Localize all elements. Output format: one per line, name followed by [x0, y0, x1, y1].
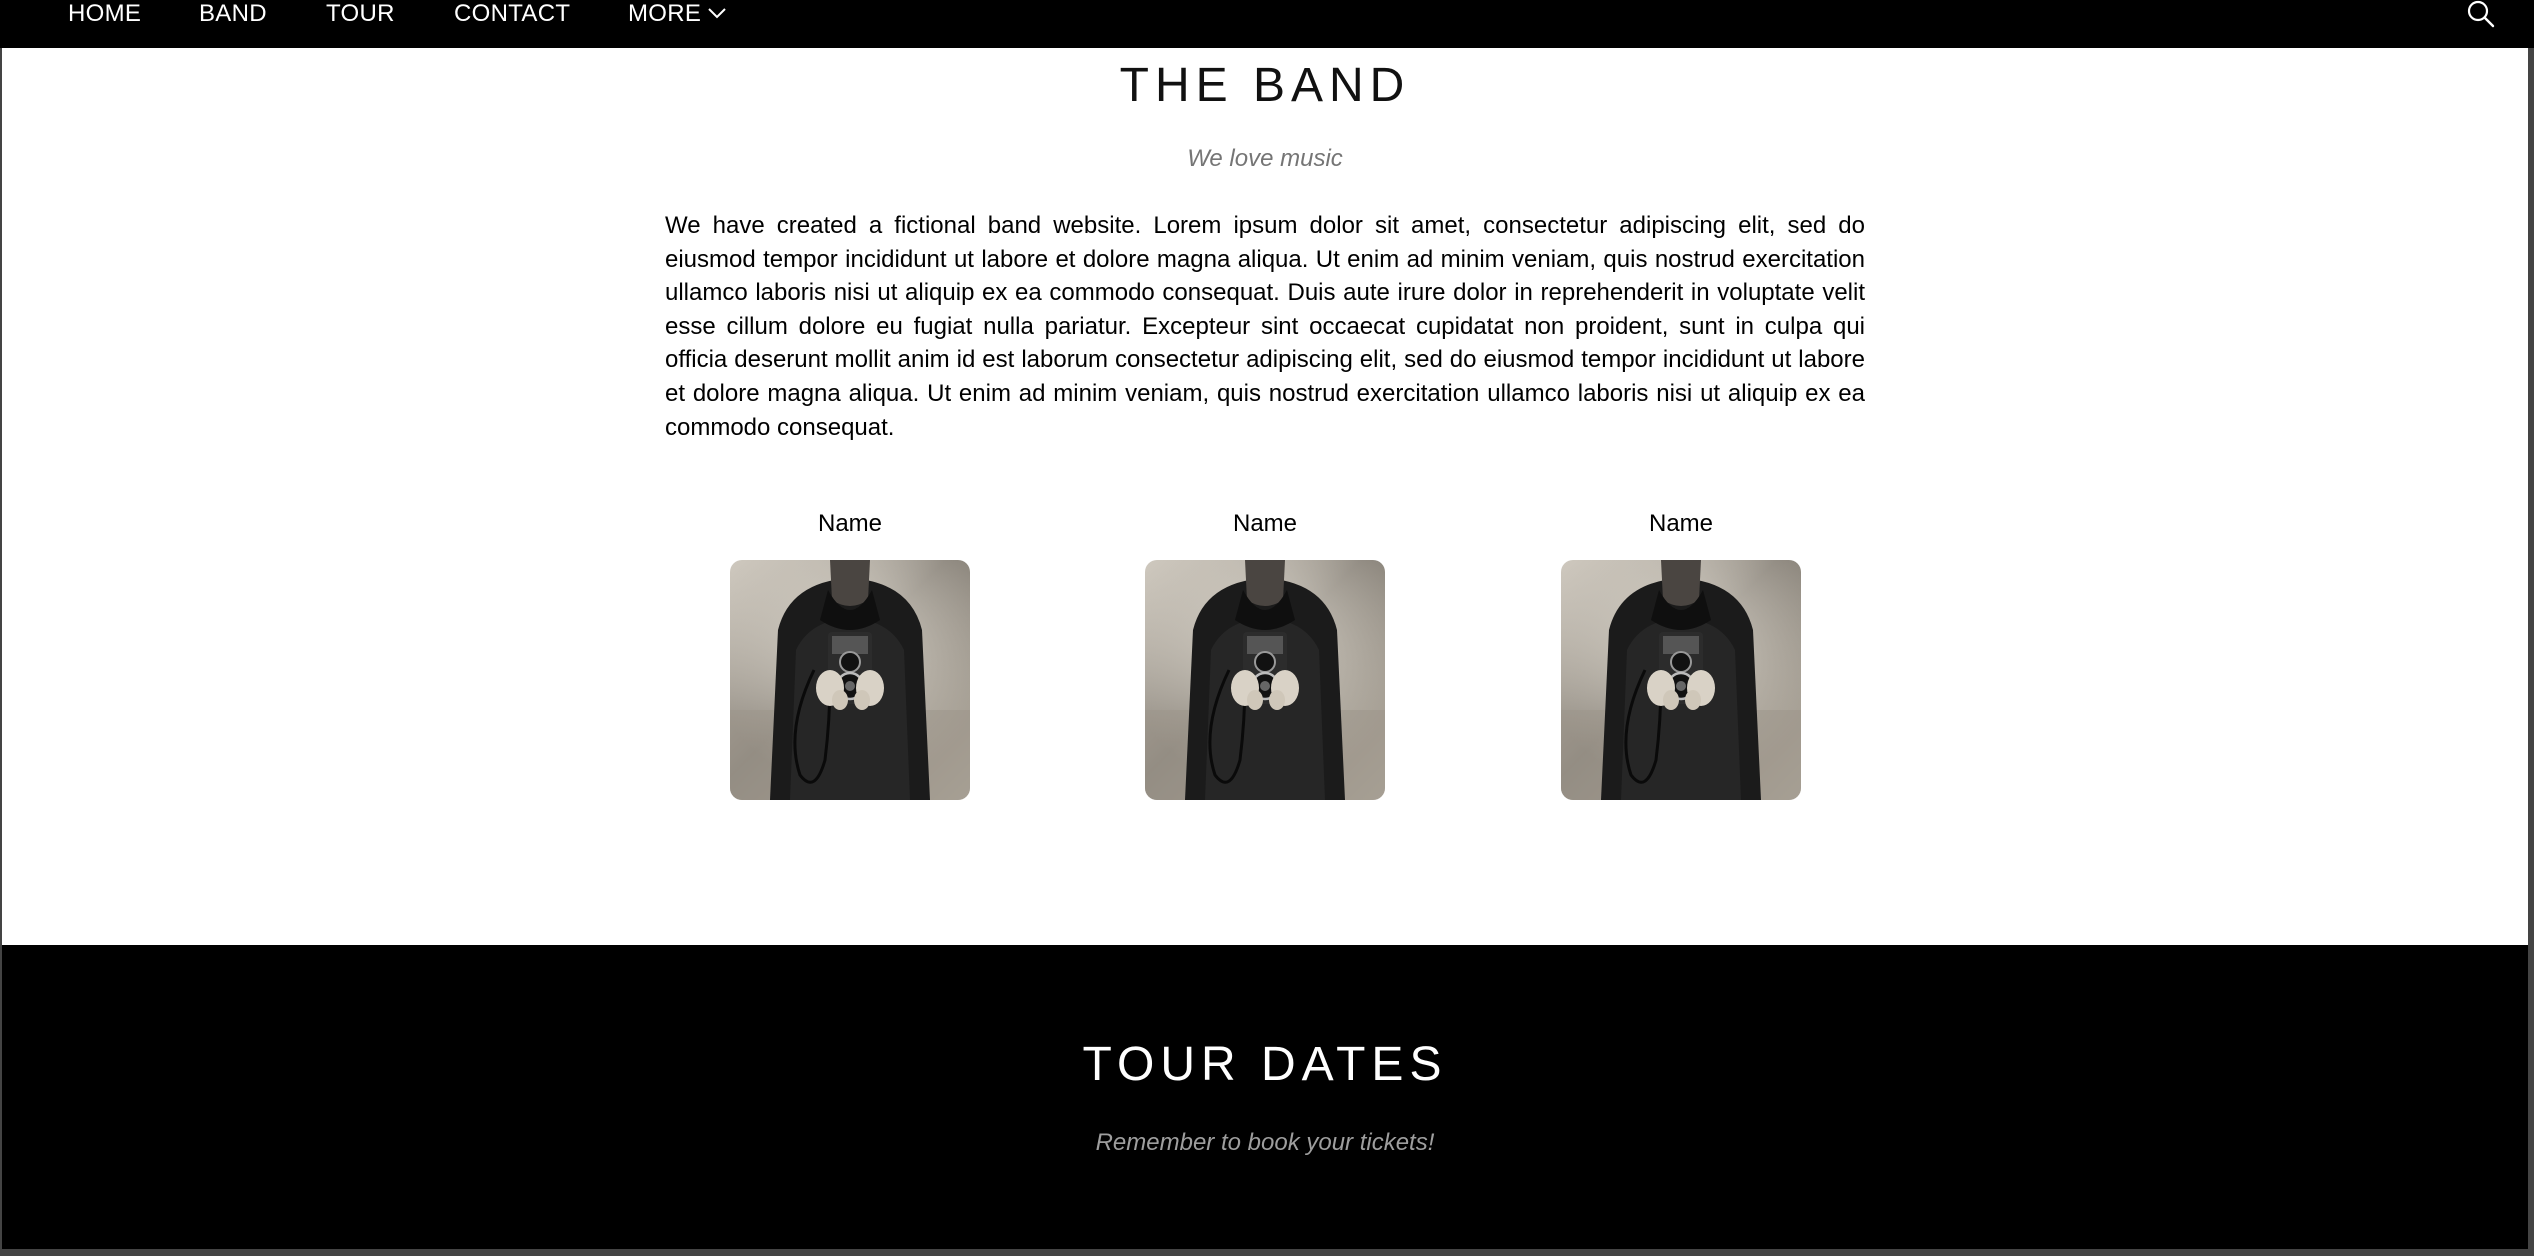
nav-home[interactable]: HOME	[68, 0, 141, 28]
band-member-card: Name	[1145, 508, 1385, 800]
tour-title: TOUR DATES	[1082, 1038, 1448, 1091]
nav-tour[interactable]: TOUR	[326, 0, 395, 28]
member-name: Name	[817, 510, 883, 537]
member-photo[interactable]	[730, 560, 970, 800]
nav-contact[interactable]: CONTACT	[454, 0, 570, 28]
top-navbar: HOME BAND TOUR CONTACT MORE	[0, 0, 2534, 48]
member-photo[interactable]	[1145, 560, 1385, 800]
band-description: We have created a fictional band website…	[665, 212, 1865, 441]
member-photo[interactable]	[1561, 560, 1801, 800]
member-photo-image	[730, 560, 970, 800]
page: HOME BAND TOUR CONTACT MORE THE BAND We …	[0, 0, 2534, 1256]
chevron-down-icon	[708, 7, 726, 19]
member-photo-image	[1561, 560, 1801, 800]
band-section: THE BAND We love music We have created a…	[2, 48, 2528, 945]
member-name: Name	[1648, 510, 1714, 537]
nav-more-label: MORE	[628, 0, 702, 27]
band-member-card: Name	[730, 508, 970, 800]
member-name: Name	[1232, 510, 1298, 537]
nav-more-dropdown[interactable]: MORE	[628, 0, 727, 28]
band-member-card: Name	[1561, 508, 1801, 800]
band-subtitle: We love music	[1187, 145, 1343, 172]
band-title: THE BAND	[1119, 59, 1411, 112]
nav-band[interactable]: BAND	[199, 0, 267, 28]
member-photo-image	[1145, 560, 1385, 800]
tour-subtitle: Remember to book your tickets!	[1095, 1129, 1435, 1156]
search-button[interactable]	[2464, 0, 2500, 30]
search-icon	[2467, 0, 2495, 28]
tour-section: TOUR DATES Remember to book your tickets…	[2, 945, 2528, 1249]
